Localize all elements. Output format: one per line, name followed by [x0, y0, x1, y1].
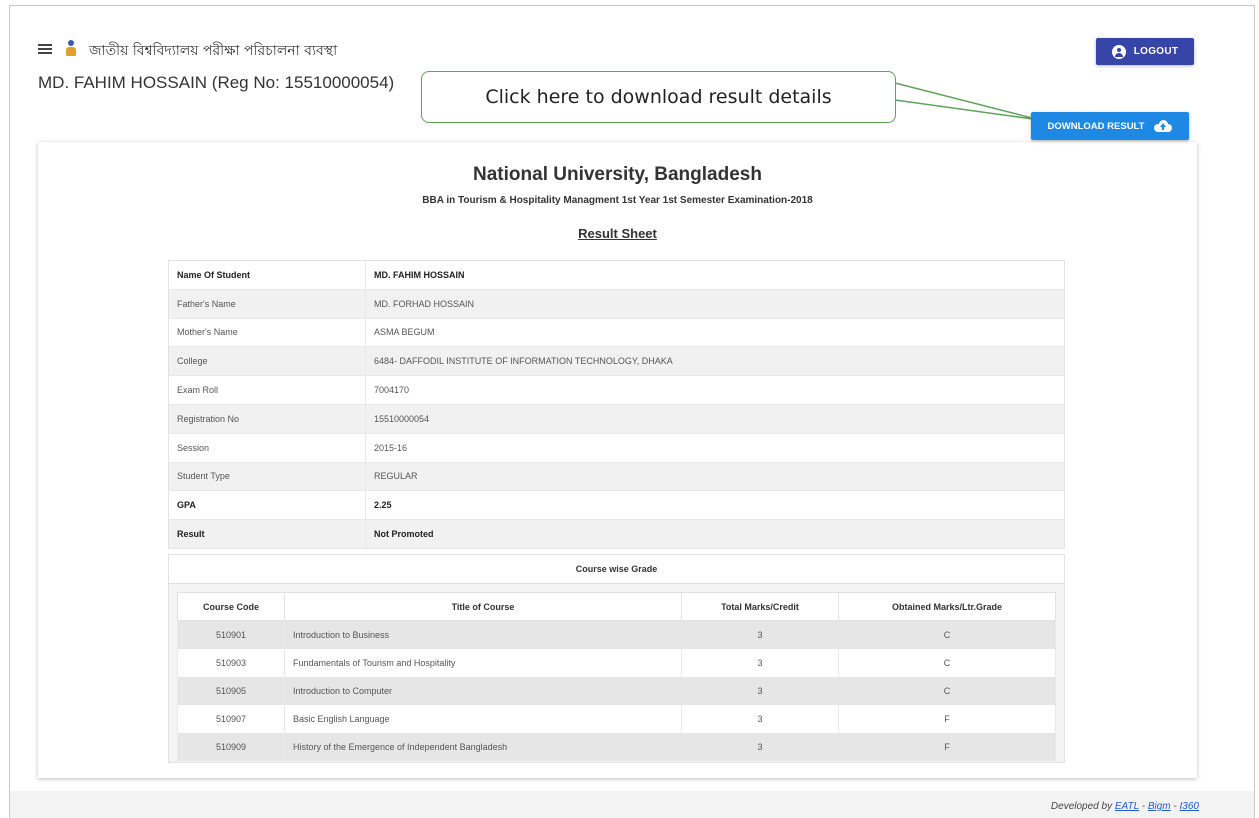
course-grade: F: [838, 704, 1056, 733]
course-row: 510905 Introduction to Computer 3 C: [177, 676, 1056, 705]
course-code: 510903: [177, 648, 285, 677]
result-sheet-title: Result Sheet: [578, 226, 657, 241]
info-value: ASMA BEGUM: [365, 318, 1065, 348]
info-row: Exam Roll 7004170: [168, 375, 1065, 405]
info-value: 7004170: [365, 375, 1065, 405]
info-row: Name Of Student MD. FAHIM HOSSAIN: [168, 260, 1065, 290]
info-row: Registration No 15510000054: [168, 404, 1065, 434]
info-row: Result Not Promoted: [168, 519, 1065, 549]
course-grade: C: [838, 676, 1056, 705]
course-code: 510901: [177, 620, 285, 649]
info-label: College: [168, 346, 366, 377]
column-header-grade: Obtained Marks/Ltr.Grade: [838, 592, 1056, 621]
logout-button[interactable]: LOGOUT: [1096, 38, 1194, 65]
course-row: 510901 Introduction to Business 3 C: [177, 620, 1056, 649]
info-value: 15510000054: [365, 404, 1065, 434]
course-credit: 3: [681, 648, 839, 677]
course-grade: F: [838, 732, 1056, 761]
download-result-label: DOWNLOAD RESULT: [1047, 120, 1145, 132]
course-credit: 3: [681, 676, 839, 705]
course-grade-table: Course Code Title of Course Total Marks/…: [177, 592, 1056, 761]
course-row: 510909 History of the Emergence of Indepe…: [177, 732, 1056, 761]
app-frame: জাতীয় বিশ্ববিদ্যালয় পরীক্ষা পরিচালনা ব…: [9, 5, 1255, 818]
cloud-download-icon: [1154, 120, 1173, 132]
course-title: Introduction to Computer: [284, 676, 682, 705]
info-label: Exam Roll: [168, 375, 366, 405]
course-title: History of the Emergence of Independent …: [284, 732, 682, 761]
info-value: 2.25: [365, 490, 1065, 521]
result-card: National University, Bangladesh BBA in T…: [38, 142, 1197, 778]
course-grade-section: Course wise Grade Course Code Title of C…: [168, 554, 1065, 763]
course-row: 510903 Fundamentals of Tourism and Hospit…: [177, 648, 1056, 677]
download-result-button[interactable]: DOWNLOAD RESULT: [1031, 112, 1189, 140]
course-credit: 3: [681, 704, 839, 733]
footer-credits: Developed by EATL - Bigm - I360: [1050, 801, 1199, 812]
course-code: 510905: [177, 676, 285, 705]
course-title: Introduction to Business: [284, 620, 682, 649]
course-credit: 3: [681, 732, 839, 761]
column-header-title: Title of Course: [284, 592, 682, 621]
download-hint-callout: Click here to download result details: [421, 71, 896, 123]
info-label: Result: [168, 519, 366, 549]
hamburger-menu-icon[interactable]: [38, 44, 52, 54]
footer-link-eatl[interactable]: EATL: [1115, 801, 1139, 812]
info-row: GPA 2.25: [168, 490, 1065, 521]
course-row: 510907 Basic English Language 3 F: [177, 704, 1056, 733]
info-row: College 6484- DAFFODIL INSTITUTE OF INFOR…: [168, 346, 1065, 377]
info-value: Not Promoted: [365, 519, 1065, 549]
info-value: 2015-16: [365, 433, 1065, 463]
course-grade: C: [838, 648, 1056, 677]
info-label: Session: [168, 433, 366, 463]
course-title: Fundamentals of Tourism and Hospitality: [284, 648, 682, 677]
footer-link-i360[interactable]: I360: [1180, 801, 1199, 812]
course-grade: C: [838, 620, 1056, 649]
course-code: 510909: [177, 732, 285, 761]
info-row: Session 2015-16: [168, 433, 1065, 463]
course-code: 510907: [177, 704, 285, 733]
logout-label: LOGOUT: [1133, 46, 1179, 57]
info-label: Name Of Student: [168, 260, 366, 290]
footer-link-bigm[interactable]: Bigm: [1148, 801, 1171, 812]
info-value: REGULAR: [365, 462, 1065, 492]
course-title: Basic English Language: [284, 704, 682, 733]
info-row: Student Type REGULAR: [168, 462, 1065, 492]
exam-title: BBA in Tourism & Hospitality Managment 1…: [422, 195, 813, 206]
info-label: Registration No: [168, 404, 366, 434]
info-value: MD. FAHIM HOSSAIN: [365, 260, 1065, 290]
info-row: Father's Name MD. FORHAD HOSSAIN: [168, 289, 1065, 319]
info-value: 6484- DAFFODIL INSTITUTE OF INFORMATION …: [365, 346, 1065, 377]
account-circle-icon: [1111, 44, 1126, 59]
info-label: GPA: [168, 490, 366, 521]
university-title: National University, Bangladesh: [473, 164, 762, 185]
app-title: জাতীয় বিশ্ববিদ্যালয় পরীক্ষা পরিচালনা ব…: [89, 43, 338, 59]
column-header-course-code: Course Code: [177, 592, 285, 621]
university-logo-icon: [66, 40, 76, 56]
course-grade-caption: Course wise Grade: [169, 555, 1064, 584]
info-value: MD. FORHAD HOSSAIN: [365, 289, 1065, 319]
student-heading: MD. FAHIM HOSSAIN (Reg No: 15510000054): [38, 73, 395, 92]
info-label: Father's Name: [168, 289, 366, 319]
info-label: Mother's Name: [168, 318, 366, 348]
student-info-table: Name Of Student MD. FAHIM HOSSAIN Father's…: [168, 260, 1065, 549]
column-header-credit: Total Marks/Credit: [681, 592, 839, 621]
footer: Developed by EATL - Bigm - I360: [10, 791, 1254, 818]
course-credit: 3: [681, 620, 839, 649]
info-row: Mother's Name ASMA BEGUM: [168, 318, 1065, 348]
info-label: Student Type: [168, 462, 366, 492]
